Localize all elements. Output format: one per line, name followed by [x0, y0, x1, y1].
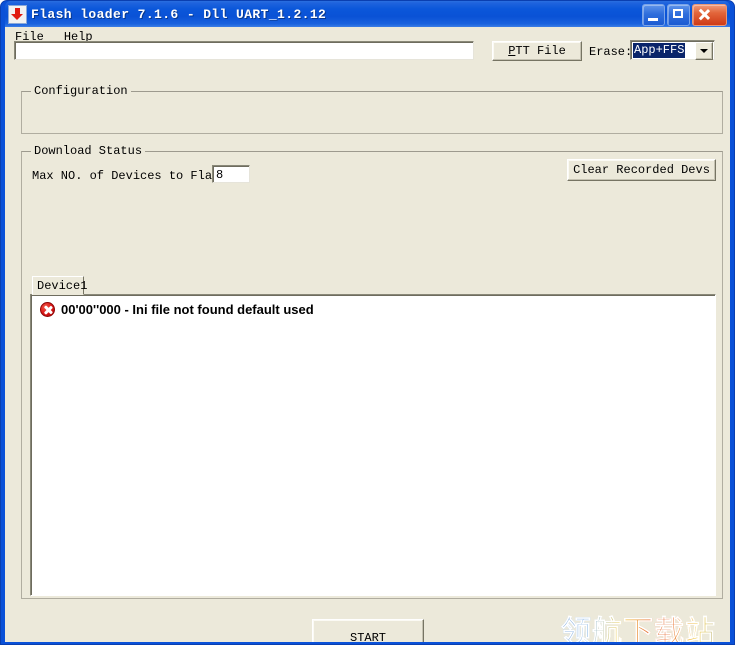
max-devices-label: Max NO. of Devices to Flash: — [32, 169, 234, 183]
maximize-button[interactable] — [667, 4, 690, 26]
minimize-button[interactable] — [642, 4, 665, 26]
max-devices-input[interactable]: 8 — [212, 165, 250, 183]
close-button[interactable] — [692, 4, 727, 26]
maximize-icon — [673, 9, 683, 18]
red-down-arrow-icon — [8, 4, 27, 24]
minimize-icon — [648, 18, 658, 21]
client-area: File Help Configuration P TT File Erase: … — [5, 27, 730, 642]
error-icon — [40, 302, 55, 317]
download-status-group-title: Download Status — [31, 144, 146, 158]
start-label: TART — [357, 631, 386, 642]
erase-label: Erase: — [589, 45, 633, 59]
ptt-file-accelerator: P — [508, 44, 516, 58]
erase-selected-value: App+FFS — [633, 42, 686, 58]
config-path-input[interactable] — [14, 41, 474, 60]
site-watermark: 领航下载站 www.lhdown.com — [561, 616, 730, 642]
log-panel[interactable]: 00'00''000 - Ini file not found default … — [30, 294, 716, 596]
log-entry: 00'00''000 - Ini file not found default … — [31, 295, 715, 317]
configuration-group-title: Configuration — [31, 84, 131, 98]
chevron-down-icon[interactable] — [695, 42, 713, 60]
log-entry-text: 00'00''000 - Ini file not found default … — [61, 302, 314, 317]
ptt-file-button[interactable]: P TT File — [492, 41, 582, 61]
window-controls — [642, 4, 727, 26]
title-bar: Flash loader 7.1.6 - Dll UART_1.2.12 — [5, 1, 730, 27]
clear-recorded-devs-button[interactable]: Clear Recorded Devs — [567, 159, 716, 181]
ptt-file-label: TT File — [515, 44, 566, 58]
application-window: Flash loader 7.1.6 - Dll UART_1.2.12 Fil… — [0, 0, 735, 645]
start-button[interactable]: S TART — [312, 619, 424, 642]
watermark-text: 领航下载站 — [561, 616, 730, 642]
start-accelerator: S — [349, 631, 358, 642]
tab-device1[interactable]: Device1 — [32, 276, 87, 295]
configuration-group: Configuration — [21, 84, 723, 134]
erase-combobox[interactable]: App+FFS — [630, 40, 715, 60]
window-title: Flash loader 7.1.6 - Dll UART_1.2.12 — [31, 6, 327, 22]
